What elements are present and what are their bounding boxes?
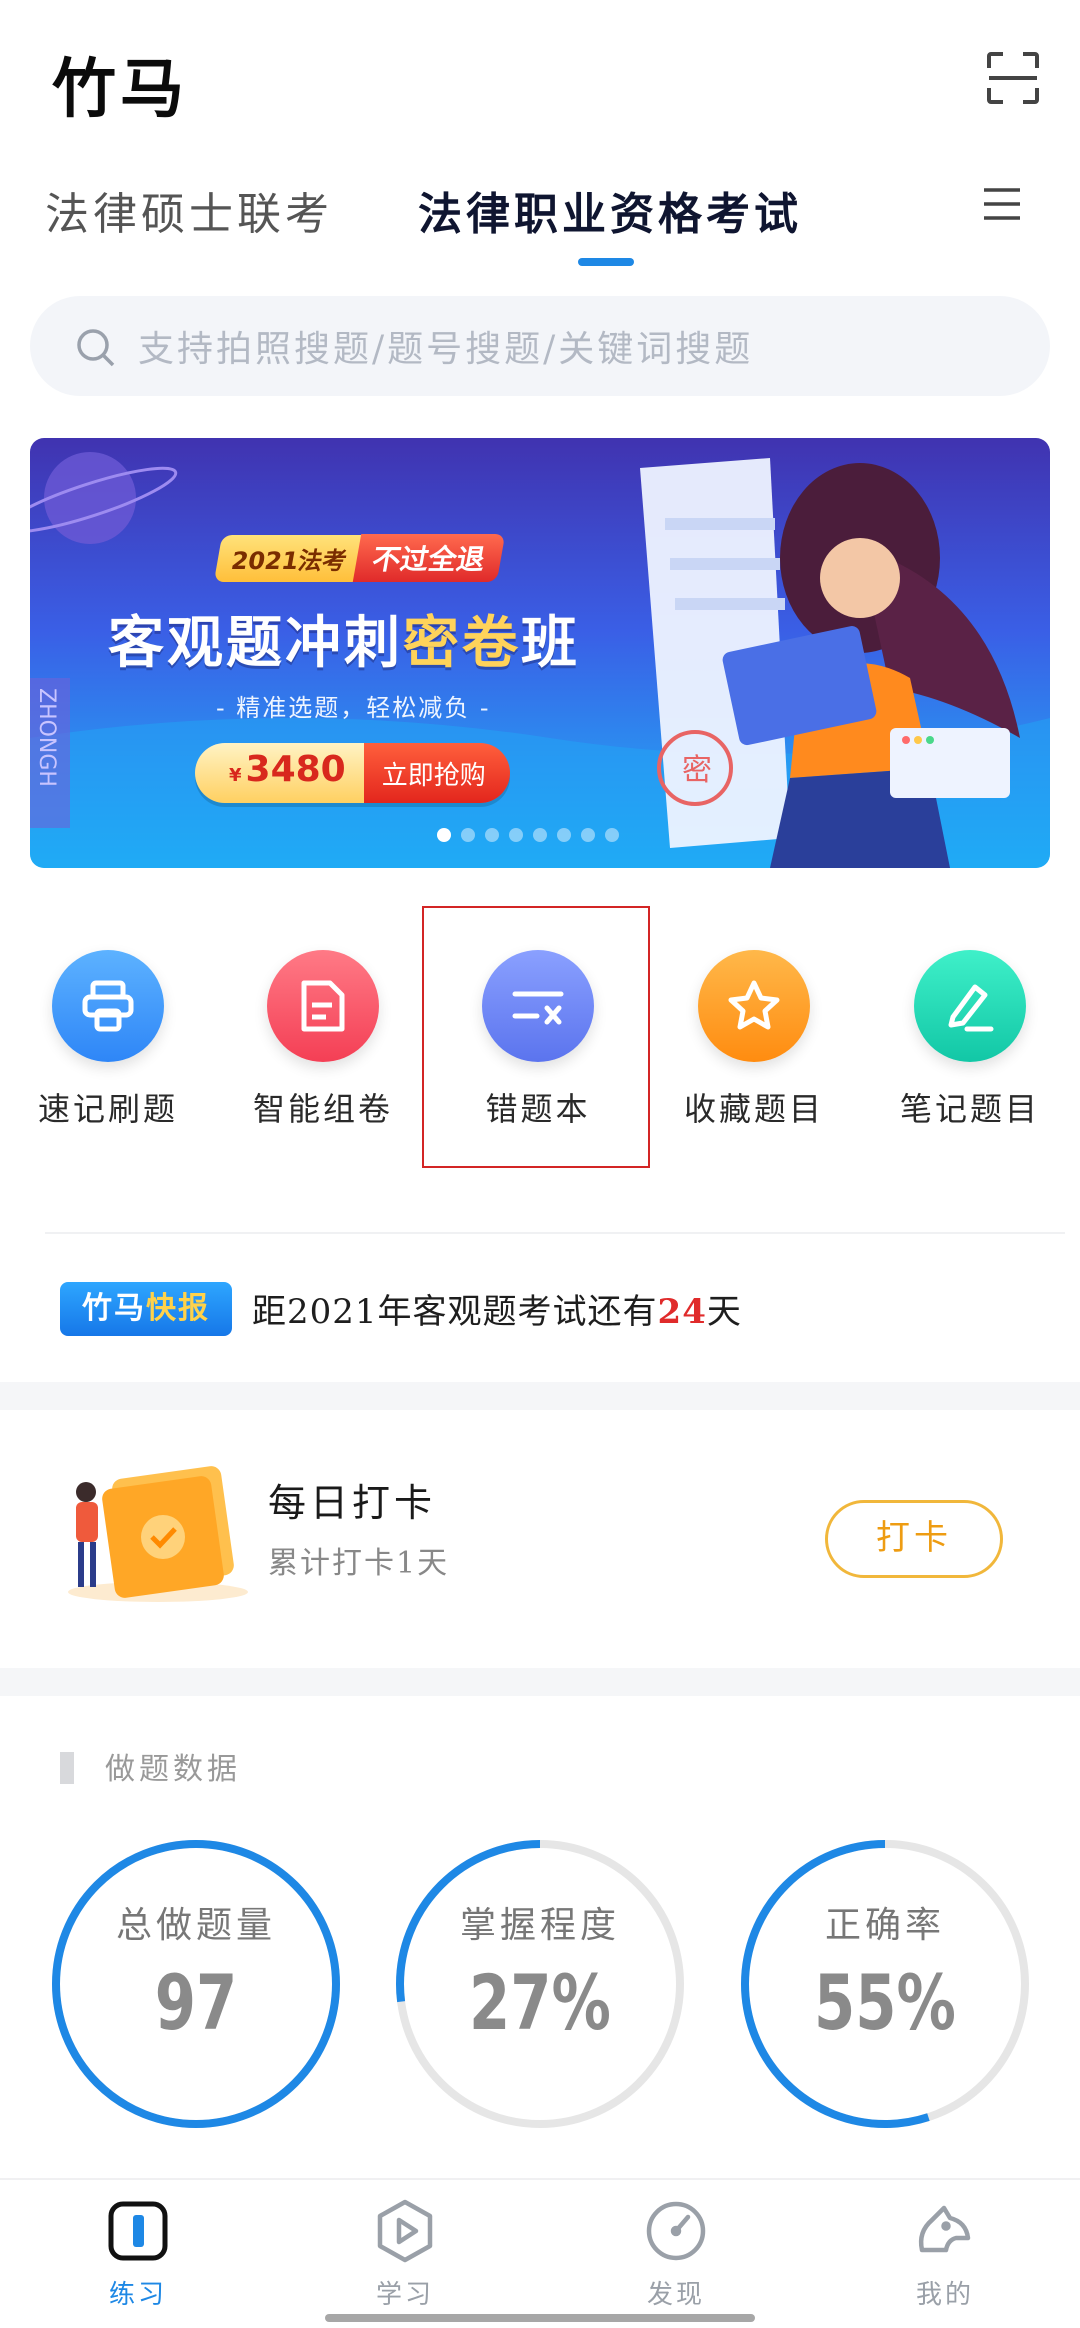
stat-value-total: 97 [154, 1958, 238, 2047]
carousel-dot[interactable] [533, 828, 547, 842]
banner-title-prefix: 客观题冲刺 [108, 611, 403, 676]
checkin-button[interactable]: 打卡 [825, 1500, 1003, 1578]
nav-label: 发现 [646, 2280, 705, 2310]
play-hexagon-icon [377, 2199, 433, 2263]
horse-icon [918, 2205, 971, 2253]
nav-label: 我的 [915, 2280, 974, 2310]
document-icon [267, 950, 379, 1062]
practice-icon [108, 2201, 168, 2261]
svg-text:ZHONGH: ZHONGH [34, 688, 59, 787]
stat-label-mastery: 掌握程度 [459, 1905, 620, 1946]
price-value: 3480 [245, 749, 346, 790]
app-title: 竹马 [52, 52, 188, 127]
banner-price: ¥3480 [195, 743, 364, 803]
svg-text:密: 密 [682, 753, 712, 788]
countdown-suffix: 天 [706, 1292, 742, 1332]
banner-title-highlight: 密卷 [403, 611, 521, 676]
nav-label: 练习 [108, 2280, 167, 2310]
stat-value-mastery: 27% [469, 1958, 611, 2047]
quick-entry-label: 智能组卷 [252, 1090, 393, 1128]
tab-law-master[interactable]: 法律硕士联考 [45, 178, 333, 242]
banner-badge-promise: 不过全退 [352, 534, 506, 582]
home-indicator[interactable] [325, 2314, 755, 2322]
section-separator [0, 1668, 1080, 1696]
bottom-nav-border [0, 2178, 1080, 2180]
section-marker [60, 1752, 74, 1784]
stat-label-total: 总做题量 [115, 1905, 276, 1946]
banner-subtitle: - 精准选题，轻松减负 - [216, 694, 491, 722]
quick-entry-label: 收藏题目 [683, 1090, 824, 1128]
quick-entry-speed-practice[interactable]: 速记刷题 [33, 950, 183, 1130]
banner-price-cta[interactable]: ¥3480 立即抢购 [195, 743, 510, 803]
stat-label-accuracy: 正确率 [824, 1905, 945, 1946]
countdown-days: 24 [657, 1292, 707, 1332]
promo-banner[interactable]: ZHONGH 密 2021法考 不过全退 客观题冲刺密卷班 - 精准选题，轻松减负… [30, 438, 1050, 868]
carousel-dot[interactable] [605, 828, 619, 842]
banner-badge: 2021法考 不过全退 [213, 534, 506, 582]
quick-entry-favorites[interactable]: 收藏题目 [679, 950, 829, 1130]
carousel-dot[interactable] [557, 828, 571, 842]
nav-study[interactable]: 学习 [325, 2198, 485, 2311]
carousel-dot[interactable] [485, 828, 499, 842]
checkin-title: 每日打卡 [268, 1481, 437, 1525]
countdown-prefix: 距2021年客观题考试还有 [252, 1292, 658, 1332]
carousel-dot[interactable] [581, 828, 595, 842]
carousel-dot[interactable] [461, 828, 475, 842]
stat-value-accuracy: 55% [814, 1958, 956, 2047]
stats-section-title: 做题数据 [105, 1752, 241, 1787]
quick-entry-notes[interactable]: 笔记题目 [895, 950, 1045, 1130]
star-icon [698, 950, 810, 1062]
selection-highlight-box [422, 906, 650, 1168]
news-badge-brand: 竹马 [82, 1291, 146, 1326]
tab-indicator [578, 258, 634, 266]
pen-icon [914, 950, 1026, 1062]
tab-legal-qualification[interactable]: 法律职业资格考试 [418, 178, 802, 242]
currency-symbol: ¥ [229, 765, 242, 786]
checkin-count: 累计打卡1天 [268, 1546, 450, 1581]
checkin-illustration [68, 1466, 248, 1602]
quick-entry-smart-paper[interactable]: 智能组卷 [248, 950, 398, 1130]
buy-now-button[interactable]: 立即抢购 [363, 743, 510, 803]
quick-entry-label: 笔记题目 [899, 1090, 1040, 1128]
carousel-dot[interactable] [437, 828, 451, 842]
printer-icon [52, 950, 164, 1062]
news-countdown[interactable]: 距2021年客观题考试还有24天 [252, 1284, 742, 1333]
search-icon [77, 329, 115, 367]
nav-label: 学习 [375, 2280, 434, 2310]
carousel-dot[interactable] [509, 828, 523, 842]
search-placeholder: 支持拍照搜题/题号搜题/关键词搜题 [138, 329, 754, 370]
news-badge-kind: 快报 [146, 1291, 210, 1326]
quick-entry-label: 速记刷题 [37, 1090, 178, 1128]
menu-icon[interactable] [982, 184, 1022, 224]
compass-icon [646, 2201, 706, 2261]
scan-icon[interactable] [985, 50, 1041, 106]
banner-title: 客观题冲刺密卷班 [108, 598, 580, 679]
banner-badge-year: 2021法考 [213, 535, 365, 582]
news-badge: 竹马快报 [60, 1282, 232, 1336]
divider [45, 1232, 1065, 1234]
carousel-dots [437, 828, 619, 842]
banner-title-suffix: 班 [521, 611, 580, 676]
nav-discover[interactable]: 发现 [596, 2198, 756, 2311]
nav-mine[interactable]: 我的 [865, 2198, 1025, 2311]
section-separator [0, 1382, 1080, 1410]
nav-practice[interactable]: 练习 [58, 2198, 218, 2311]
